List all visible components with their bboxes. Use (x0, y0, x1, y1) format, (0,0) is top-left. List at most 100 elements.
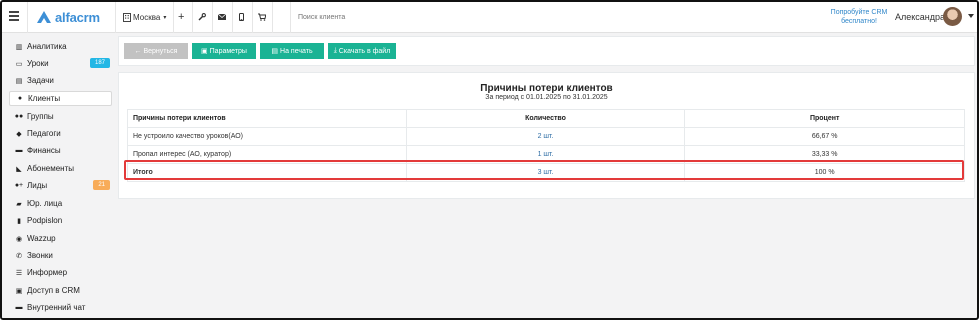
tasks-icon: ▤ (15, 77, 23, 85)
column-header: Причины потери клиентов (127, 109, 407, 128)
mobile-icon[interactable] (239, 10, 244, 24)
divider (290, 2, 291, 33)
total-row: Итого 3 шт. 100 % (127, 163, 965, 182)
sidebar-item-label: Юр. лица (27, 199, 63, 208)
sidebar-item-internal-chat[interactable]: ▬ Внутренний чат (9, 300, 112, 315)
divider (212, 2, 213, 33)
chat-icon: ▬ (15, 304, 23, 311)
branch-selector[interactable]: Москва ▾ (123, 10, 166, 24)
divider (272, 2, 273, 33)
phone-icon: ✆ (16, 252, 22, 260)
user-icon: ● (17, 95, 23, 102)
wrench-icon[interactable] (198, 10, 206, 24)
user-plus-icon: ●+ (14, 182, 24, 189)
sidebar-item-label: Podpislon (27, 216, 63, 225)
sidebar-item-label: Лиды (27, 181, 48, 190)
total-label: Итого (127, 163, 407, 182)
table-row: Не устроило качество уроков(АО) 2 шт. 66… (127, 127, 965, 146)
tag-icon: ◣ (16, 165, 22, 173)
parameters-button[interactable]: ▣ Параметры (192, 43, 256, 59)
menu-icon[interactable] (9, 11, 19, 21)
print-label: На печать (280, 47, 313, 55)
sidebar-item-label: Задачи (27, 76, 54, 85)
table-header-row: Причины потери клиентов Количество Проце… (127, 109, 965, 128)
chevron-down-icon[interactable] (968, 14, 974, 18)
print-button[interactable]: ▤ На печать (260, 43, 324, 59)
sidebar-item-label: Клиенты (28, 94, 61, 103)
back-button[interactable]: ← Вернуться (124, 43, 188, 59)
building-icon (123, 12, 131, 22)
reason-cell: Не устроило качество уроков(АО) (127, 127, 407, 146)
column-header: Процент (684, 109, 965, 128)
sidebar-item-subscriptions[interactable]: ◣ Абонементы (9, 161, 112, 176)
sidebar-item-label: Звонки (27, 251, 53, 260)
sidebar-item-lessons[interactable]: ▭ Уроки 187 (9, 56, 112, 71)
sidebar-item-label: Группы (27, 112, 54, 121)
download-button[interactable]: ⤓ Скачать в файл (328, 43, 396, 59)
leads-count-badge: 21 (93, 180, 110, 190)
sidebar-item-podpislon[interactable]: ▮ Podpislon (9, 213, 112, 228)
count-cell: 1 шт. (405, 145, 686, 164)
sidebar-item-analytics[interactable]: ▥ Аналитика (9, 39, 112, 54)
lessons-count-badge: 187 (89, 58, 110, 68)
download-label: Скачать в файл (338, 47, 391, 55)
percent-cell: 33,33 % (684, 145, 965, 164)
sidebar-item-finance[interactable]: ▬ Финансы (9, 143, 112, 158)
divider (232, 2, 233, 33)
user-name[interactable]: Александра (895, 12, 945, 22)
briefcase-icon: ▰ (16, 200, 22, 208)
sidebar-item-clients[interactable]: ● Клиенты (9, 91, 112, 106)
print-icon: ▤ (271, 48, 279, 55)
sidebar-item-calls[interactable]: ✆ Звонки (9, 248, 112, 263)
sidebar-item-informer[interactable]: ☰ Информер (9, 265, 112, 280)
sidebar-item-label: Внутренний чат (27, 303, 86, 312)
list-icon: ☰ (15, 269, 23, 277)
branch-name: Москва (133, 12, 161, 22)
add-icon[interactable]: + (178, 10, 184, 24)
report-toolbar: ← Вернуться ▣ Параметры ▤ На печать ⤓ Ск… (118, 36, 975, 66)
sidebar-item-label: Финансы (27, 146, 61, 155)
chevron-down-icon: ▾ (163, 14, 167, 21)
column-header: Количество (405, 109, 686, 128)
sidebar-item-label: Wazzup (27, 234, 56, 243)
chart-icon: ▥ (15, 43, 23, 51)
graduation-icon: ◆ (16, 130, 22, 138)
group-icon: ●● (14, 113, 24, 120)
reason-cell: Пропал интерес (АО, куратор) (127, 145, 407, 164)
download-icon: ⤓ (333, 47, 337, 54)
cart-icon[interactable] (258, 10, 266, 24)
sidebar-item-leads[interactable]: ●+ Лиды 21 (9, 178, 112, 193)
parameters-label: Параметры (209, 47, 247, 55)
avatar[interactable] (943, 7, 962, 26)
logo[interactable]: alfacrm (36, 9, 100, 25)
count-link[interactable]: 1 шт. (538, 151, 554, 158)
sidebar-item-wazzup[interactable]: ◉ Wazzup (9, 231, 112, 246)
total-count-link[interactable]: 3 шт. (538, 169, 554, 176)
sidebar-item-legal-entities[interactable]: ▰ Юр. лица (9, 196, 112, 211)
sidebar-item-tasks[interactable]: ▤ Задачи (9, 73, 112, 88)
report-title: Причины потери клиентов (480, 83, 613, 94)
sidebar-item-label: Информер (27, 268, 68, 277)
sidebar: ▥ Аналитика ▭ Уроки 187 ▤ Задачи ● Клиен… (2, 34, 115, 318)
sidebar-item-groups[interactable]: ●● Группы (9, 109, 112, 124)
try-crm-link[interactable]: Попробуйте CRM бесплатно! (828, 8, 890, 26)
count-cell: 2 шт. (405, 127, 686, 146)
total-percent-cell: 100 % (684, 163, 965, 182)
whatsapp-icon: ◉ (15, 235, 23, 243)
sidebar-item-teachers[interactable]: ◆ Педагоги (9, 126, 112, 141)
search-input[interactable] (292, 8, 592, 26)
settings-icon: ▣ (201, 48, 208, 55)
sidebar-item-label: Доступ в CRM (27, 286, 80, 295)
divider (252, 2, 253, 33)
count-link[interactable]: 2 шт. (538, 133, 554, 140)
mail-icon[interactable] (218, 10, 226, 24)
divider (115, 2, 116, 33)
sidebar-item-crm-access[interactable]: ▣ Доступ в CRM (9, 283, 112, 298)
table-row: Пропал интерес (АО, куратор) 1 шт. 33,33… (127, 145, 965, 164)
document-icon: ▮ (17, 217, 21, 225)
sidebar-item-label: Педагоги (27, 129, 61, 138)
sidebar-item-label: Абонементы (27, 164, 75, 173)
total-count-cell: 3 шт. (405, 163, 686, 182)
sidebar-item-label: Аналитика (27, 42, 67, 51)
app-window: alfacrm Москва ▾ + Попробуйте CRM беспла… (0, 0, 979, 320)
